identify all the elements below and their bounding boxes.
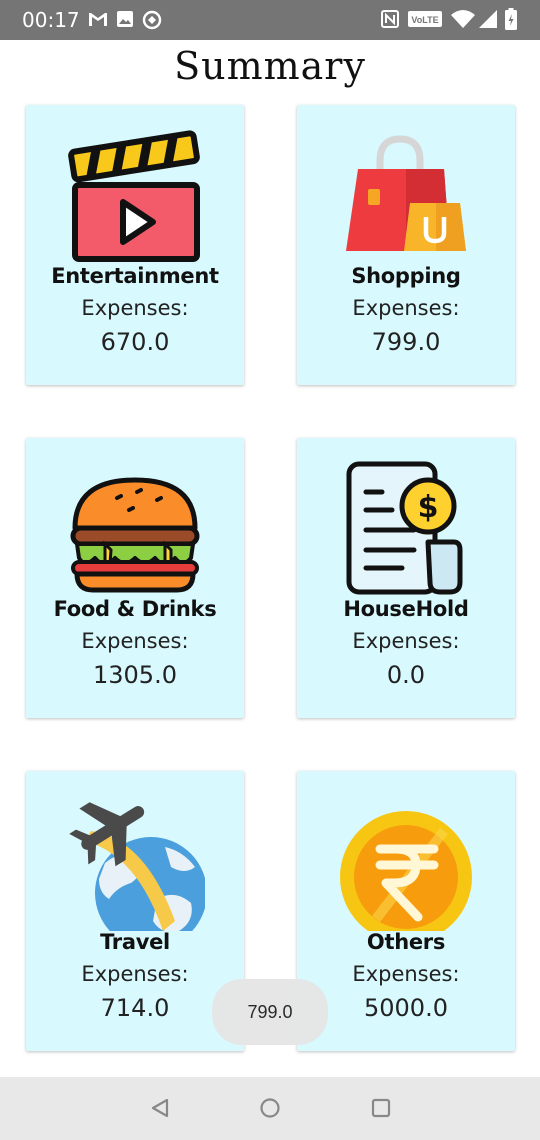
category-card-entertainment[interactable]: Entertainment Expenses: 670.0 bbox=[26, 105, 244, 385]
toast-message: 799.0 bbox=[212, 979, 328, 1045]
rupee-coin-icon bbox=[336, 791, 476, 943]
volte-icon: VoLTE bbox=[408, 11, 442, 32]
expenses-label: Expenses: bbox=[352, 962, 460, 986]
gmail-icon bbox=[88, 10, 108, 33]
expenses-value: 670.0 bbox=[100, 328, 170, 356]
signal-icon bbox=[478, 9, 498, 34]
category-card-others[interactable]: Others Expenses: 5000.0 bbox=[297, 771, 515, 1051]
wifi-icon bbox=[450, 9, 476, 34]
category-card-shopping[interactable]: Shopping Expenses: 799.0 bbox=[297, 105, 515, 385]
volte-label: VoLTE bbox=[411, 15, 438, 25]
category-card-household[interactable]: $ HouseHold Expenses: 0.0 bbox=[297, 438, 515, 718]
battery-icon bbox=[505, 8, 517, 35]
burger-icon bbox=[65, 458, 205, 598]
expenses-label: Expenses: bbox=[352, 629, 460, 653]
expenses-label: Expenses: bbox=[81, 629, 189, 653]
sync-icon bbox=[142, 10, 162, 35]
back-icon[interactable] bbox=[149, 1097, 171, 1124]
expenses-label: Expenses: bbox=[81, 296, 189, 320]
image-icon bbox=[116, 10, 134, 33]
svg-text:$: $ bbox=[418, 490, 439, 525]
category-name: Shopping bbox=[351, 264, 461, 288]
category-name: Food & Drinks bbox=[53, 597, 217, 621]
category-name: HouseHold bbox=[343, 597, 469, 621]
expenses-value: 1305.0 bbox=[93, 661, 177, 689]
category-name: Others bbox=[366, 930, 446, 954]
expenses-value: 5000.0 bbox=[364, 994, 448, 1022]
expenses-value: 0.0 bbox=[386, 661, 426, 689]
shopping-bag-icon bbox=[336, 125, 476, 265]
category-name: Travel bbox=[100, 930, 170, 954]
expenses-label: Expenses: bbox=[81, 962, 189, 986]
clapperboard-icon bbox=[65, 125, 205, 265]
home-icon[interactable] bbox=[259, 1097, 281, 1124]
expenses-label: Expenses: bbox=[352, 296, 460, 320]
category-card-food-drinks[interactable]: Food & Drinks Expenses: 1305.0 bbox=[26, 438, 244, 718]
page-title: Summary bbox=[174, 44, 366, 88]
expenses-value: 799.0 bbox=[371, 328, 441, 356]
airplane-globe-icon bbox=[65, 791, 207, 949]
bill-icon: $ bbox=[336, 458, 476, 598]
recents-icon[interactable] bbox=[370, 1097, 392, 1124]
nfc-icon bbox=[381, 10, 399, 33]
navigation-bar bbox=[0, 1077, 540, 1140]
category-name: Entertainment bbox=[51, 264, 219, 288]
status-time: 00:17 bbox=[22, 8, 80, 32]
status-bar: 00:17 VoLTE bbox=[0, 0, 540, 40]
